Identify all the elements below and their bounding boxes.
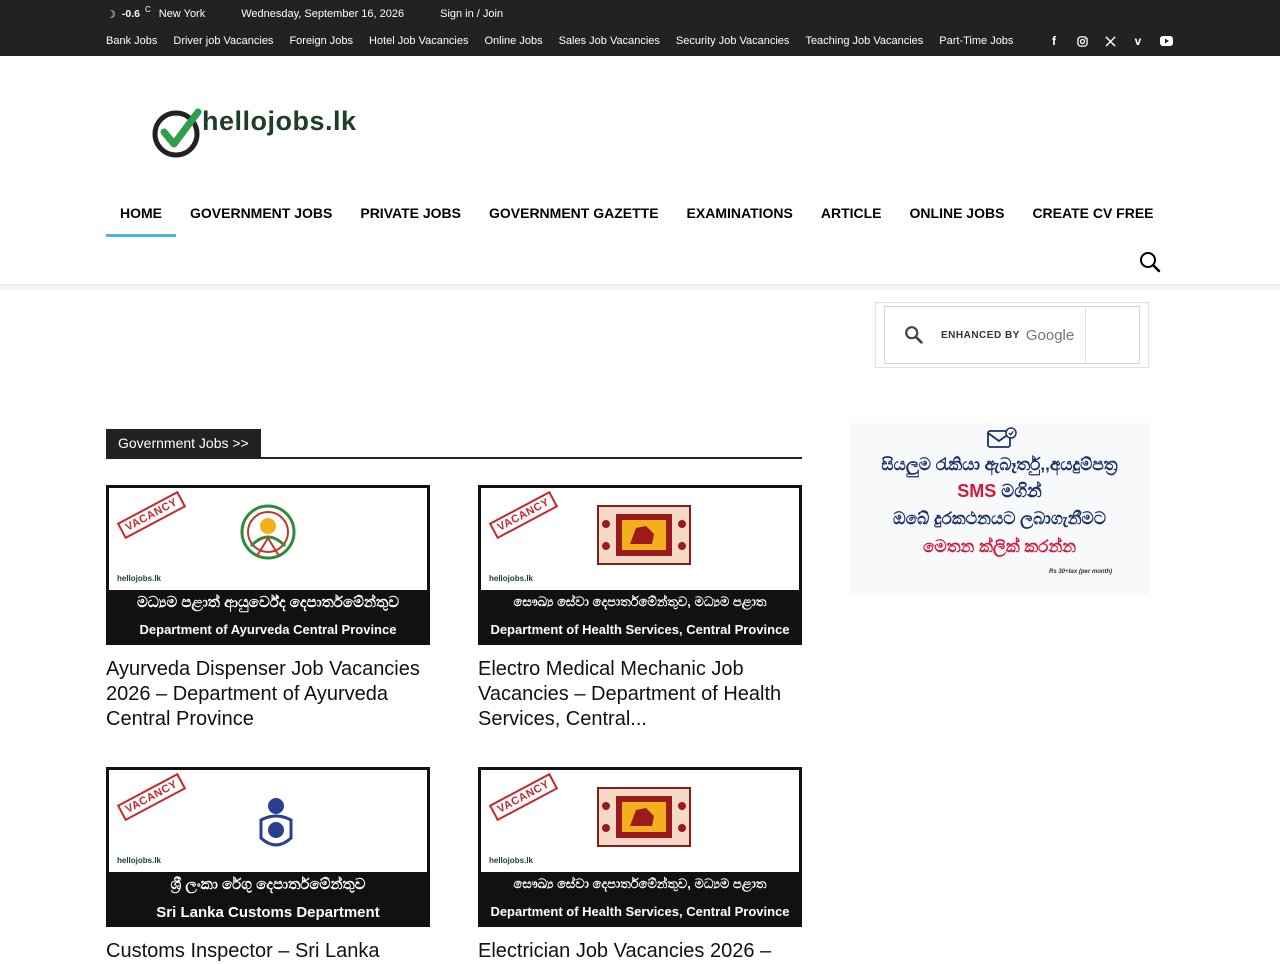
youtube-icon[interactable]	[1152, 30, 1180, 52]
temperature-unit: C	[144, 4, 151, 14]
sms-price: Rs 30+tax (per month)	[1049, 569, 1113, 575]
current-date: Wednesday, September 16, 2026	[241, 8, 405, 20]
envelope-icon	[987, 427, 1017, 448]
sms-banner-line3: ඔබේ දුරකථනයට ලබාගැනීමට	[892, 509, 1107, 528]
nav-create-cv-free[interactable]: CREATE CV FREE	[1018, 190, 1167, 236]
thumbnail-sinhala-text: ශ්‍රී ලංකා රේගු දෙපාර්තමේන්තුව	[170, 876, 366, 893]
search-icon[interactable]	[1138, 250, 1162, 274]
custom-search-input[interactable]: ENHANCED BY Google	[884, 306, 1140, 364]
top-bar: ☽ -0.6 C New York Wednesday, September 1…	[0, 0, 1280, 56]
job-card-title[interactable]: Customs Inspector – Sri Lanka	[106, 939, 430, 964]
top-link-foreign-jobs[interactable]: Foreign Jobs	[289, 35, 353, 47]
moon-icon: ☽	[106, 8, 116, 21]
job-card: VACANCY hellojobs.lk ශ්‍රී ලංකා රේගු දෙප…	[106, 767, 430, 964]
nav-examinations[interactable]: EXAMINATIONS	[673, 190, 807, 236]
vimeo-icon[interactable]: v	[1124, 30, 1152, 52]
job-card: VACANCY hellojobs.lk සෞඛ්‍ය සේවා දෙපාර්ත…	[478, 485, 802, 732]
facebook-icon[interactable]: f	[1040, 30, 1068, 52]
job-card-thumbnail[interactable]: VACANCY hellojobs.lk සෞඛ්‍ය සේවා දෙපාර්ත…	[478, 485, 802, 645]
header-shadow	[0, 284, 1280, 292]
sms-highlight: SMS	[957, 481, 997, 501]
logo-text: hellojobs.lk	[202, 106, 357, 136]
nav-home[interactable]: HOME	[106, 190, 176, 237]
section-title-government-jobs[interactable]: Government Jobs >>	[106, 429, 261, 457]
top-link-driver-jobs[interactable]: Driver job Vacancies	[173, 35, 273, 47]
nav-private-jobs[interactable]: PRIVATE JOBS	[346, 190, 475, 236]
thumbnail-sinhala-text: සෞඛ්‍ය සේවා දෙපාර්තමේන්තුව, මධ්‍යම පළාත	[513, 876, 767, 891]
top-link-security-jobs[interactable]: Security Job Vacancies	[676, 35, 790, 47]
search-icon	[905, 326, 923, 344]
checkmark-logo-icon	[152, 108, 202, 158]
thumbnail-sinhala-text: සෞඛ්‍ය සේවා දෙපාර්තමේන්තුව, මධ්‍යම පළාත	[513, 594, 767, 609]
thumbnail-english-text: Department of Health Services, Central P…	[490, 622, 790, 637]
thumbnail-logo: hellojobs.lk	[117, 856, 162, 865]
sms-banner-line2-text: මගින්	[996, 481, 1042, 501]
job-card: VACANCY hellojobs.lk සෞඛ්‍ය සේවා දෙපාර්ත…	[478, 767, 802, 964]
section-header: Government Jobs >>	[106, 429, 802, 459]
top-link-online-jobs[interactable]: Online Jobs	[485, 35, 543, 47]
sms-banner-line1: සියලුම රැකියා ඇබෑර්තු,,අයදුම්පත්‍ර	[881, 455, 1118, 474]
sign-in-link[interactable]: Sign in / Join	[440, 8, 503, 20]
job-card-title[interactable]: Ayurveda Dispenser Job Vacancies 2026 – …	[106, 657, 430, 732]
thumbnail-english-text: Department of Health Services, Central P…	[490, 904, 790, 919]
top-link-part-time-jobs[interactable]: Part-Time Jobs	[939, 35, 1013, 47]
thumbnail-english-text: Department of Ayurveda Central Province	[139, 622, 397, 637]
sms-banner-line2: SMS මගින්	[849, 481, 1150, 502]
customs-emblem-icon	[259, 798, 293, 847]
nav-government-gazette[interactable]: GOVERNMENT GAZETTE	[475, 190, 673, 236]
top-links: Bank Jobs Driver job Vacancies Foreign J…	[106, 32, 1029, 50]
thumbnail-logo: hellojobs.lk	[489, 574, 534, 583]
top-bar-info: ☽ -0.6 C New York Wednesday, September 1…	[106, 4, 503, 24]
instagram-icon[interactable]	[1068, 30, 1096, 52]
job-card-thumbnail[interactable]: VACANCY hellojobs.lk සෞඛ්‍ය සේවා දෙපාර්ත…	[478, 767, 802, 927]
job-card-title[interactable]: Electro Medical Mechanic Job Vacancies –…	[478, 657, 802, 732]
job-card: VACANCY hellojobs.lk මධ්‍යම පළාත් ආයුර්ව…	[106, 485, 430, 732]
x-icon[interactable]	[1096, 30, 1124, 52]
enhanced-by-label: ENHANCED BY	[941, 329, 1020, 341]
custom-search-widget: ENHANCED BY Google	[875, 302, 1149, 368]
top-link-teaching-jobs[interactable]: Teaching Job Vacancies	[805, 35, 923, 47]
lion-flag-emblem-icon	[597, 787, 691, 847]
temperature: -0.6	[121, 8, 140, 20]
top-link-bank-jobs[interactable]: Bank Jobs	[106, 35, 157, 47]
top-link-hotel-jobs[interactable]: Hotel Job Vacancies	[369, 35, 468, 47]
social-links: f v	[1040, 30, 1180, 52]
nav-article[interactable]: ARTICLE	[807, 190, 896, 236]
site-logo[interactable]: hellojobs.lk	[150, 104, 360, 160]
job-card-title[interactable]: Electrician Job Vacancies 2026 –	[478, 939, 802, 964]
job-card-thumbnail[interactable]: VACANCY hellojobs.lk ශ්‍රී ලංකා රේගු දෙප…	[106, 767, 430, 927]
city: New York	[158, 8, 206, 20]
sms-alert-banner[interactable]: සියලුම රැකියා ඇබෑර්තු,,අයදුම්පත්‍ර SMS ම…	[849, 423, 1150, 595]
sms-banner-line4: මෙතන ක්ලික් කරන්න	[922, 537, 1077, 556]
top-link-sales-jobs[interactable]: Sales Job Vacancies	[559, 35, 660, 47]
lion-flag-emblem-icon	[597, 505, 691, 565]
search-divider	[1085, 307, 1086, 363]
thumbnail-logo: hellojobs.lk	[489, 856, 534, 865]
job-card-thumbnail[interactable]: VACANCY hellojobs.lk මධ්‍යම පළාත් ආයුර්ව…	[106, 485, 430, 645]
google-logo: Google	[1025, 326, 1075, 344]
nav-online-jobs[interactable]: ONLINE JOBS	[896, 190, 1019, 236]
thumbnail-english-text: Sri Lanka Customs Department	[156, 904, 380, 921]
thumbnail-logo: hellojobs.lk	[117, 574, 162, 583]
ayurveda-emblem-icon	[240, 504, 296, 560]
nav-government-jobs[interactable]: GOVERNMENT JOBS	[176, 190, 346, 236]
thumbnail-sinhala-text: මධ්‍යම පළාත් ආයුර්වේද දෙපාර්තමේන්තුව	[136, 594, 400, 611]
main-navigation: HOME GOVERNMENT JOBS PRIVATE JOBS GOVERN…	[106, 190, 1168, 238]
